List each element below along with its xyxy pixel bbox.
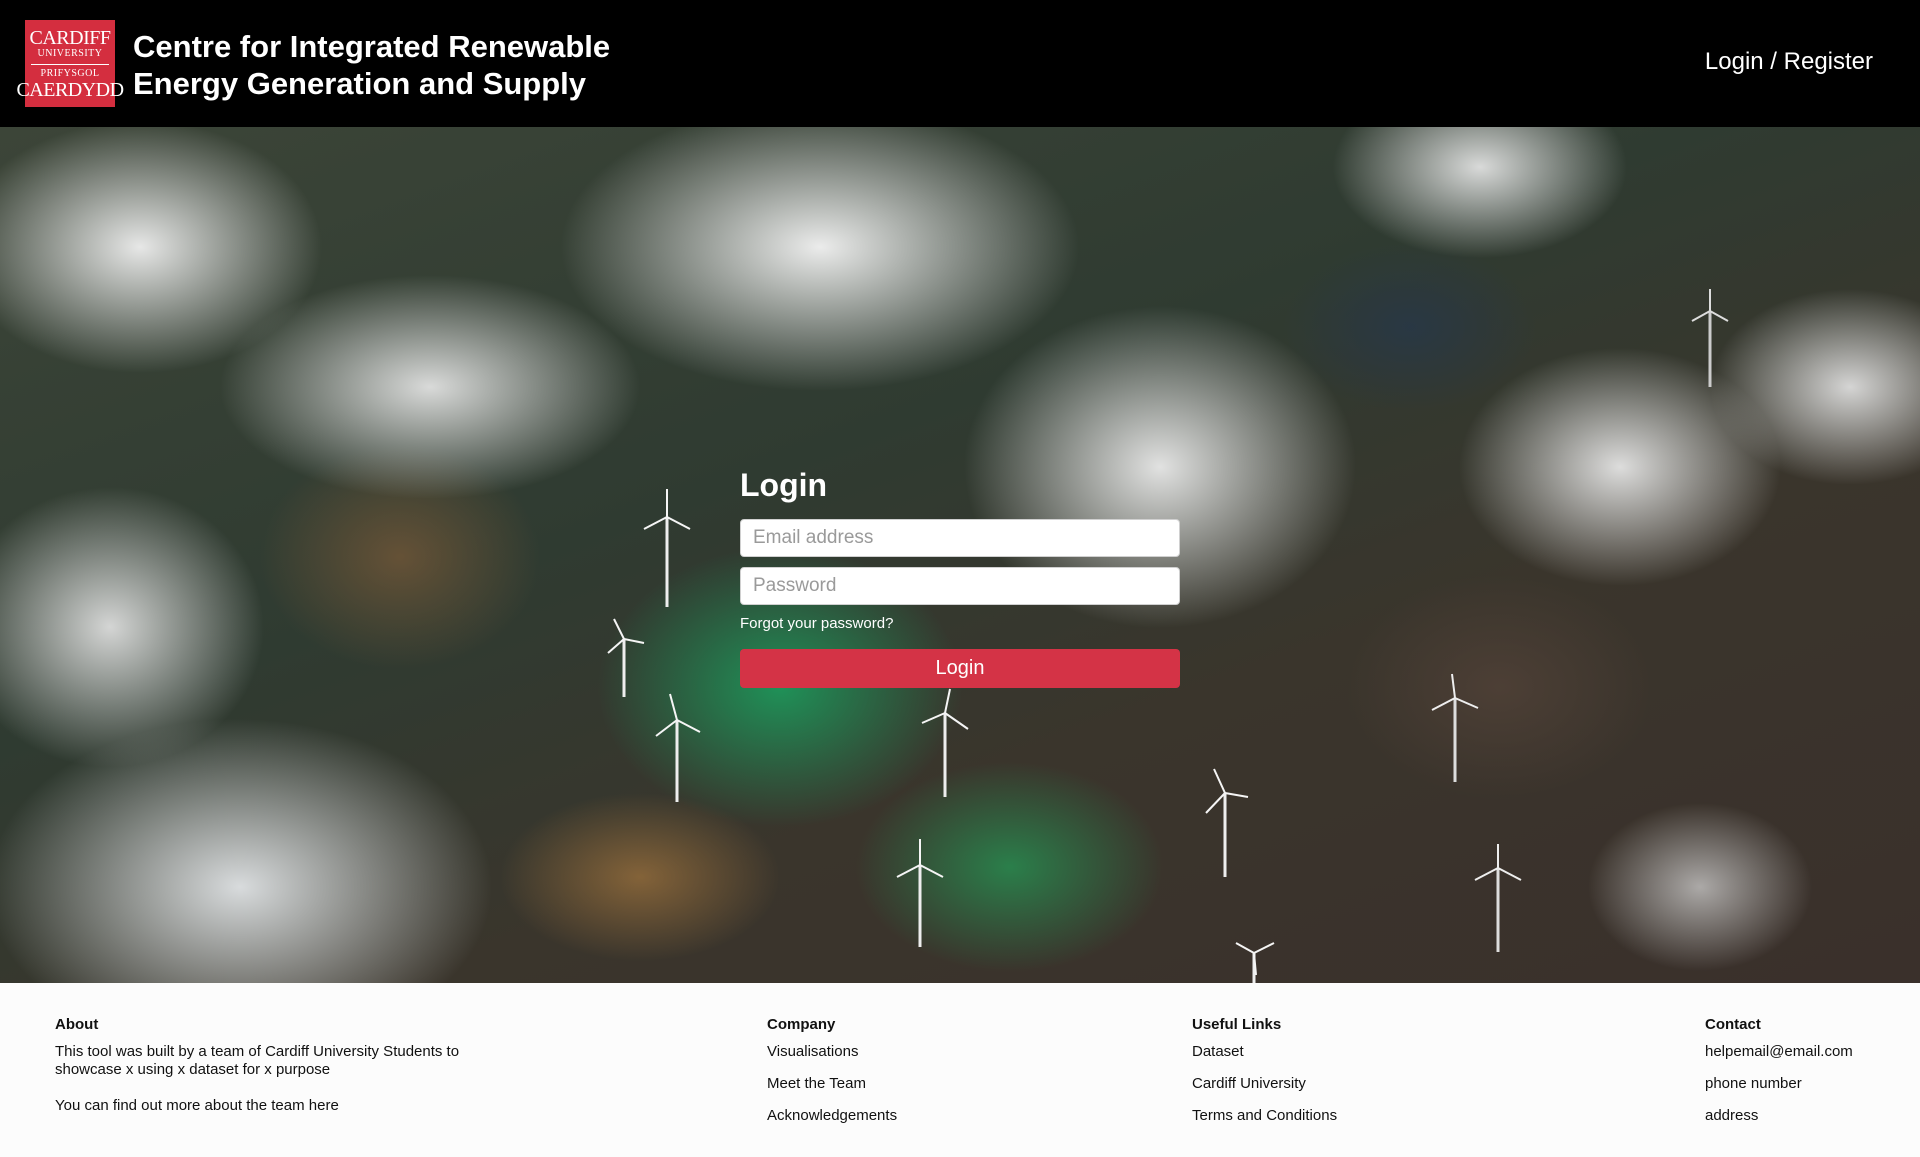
logo-line-prifysgol: PRIFYSGOL [40,67,100,79]
login-title: Login [740,467,828,503]
footer-contact-phone: phone number [1705,1075,1802,1092]
wind-turbine-icon [607,618,645,697]
footer-about: About This tool was built by a team of C… [55,1016,495,1115]
footer-about-heading: About [55,1016,99,1033]
footer-about-team-text: You can find out more about the team her… [55,1097,339,1114]
wind-turbine-icon [1474,844,1522,952]
cardiff-university-logo[interactable]: CARDIFF UNIVERSITY PRIFYSGOL CAERDYDD [16,20,124,107]
logo-line-university: UNIVERSITY [37,47,103,59]
wind-turbine-icon [655,693,701,802]
site-header: CARDIFF UNIVERSITY PRIFYSGOL CAERDYDD Ce… [0,0,1920,127]
wind-turbine-icon [1235,942,1275,983]
footer-about-text: This tool was built by a team of Cardiff… [55,1043,460,1078]
login-form: Login Forgot your password? Login [740,465,1180,688]
footer-link-terms-and-conditions[interactable]: Terms and Conditions [1192,1107,1337,1125]
footer-link-meet-the-team[interactable]: Meet the Team [767,1075,897,1093]
login-register-link[interactable]: Login / Register [1705,48,1873,76]
wind-turbine-icon [643,489,691,607]
footer-link-dataset[interactable]: Dataset [1192,1043,1337,1061]
logo-line-caerdydd: CAERDYDD [16,78,124,101]
wind-turbine-icon [921,688,969,797]
forgot-password-link[interactable]: Forgot your password? [740,615,1180,632]
password-field[interactable] [740,567,1180,605]
site-title: Centre for Integrated Renewable Energy G… [133,28,693,102]
site-footer: About This tool was built by a team of C… [0,983,1920,1157]
wind-turbine-icon [1205,768,1249,877]
hero-background: Login Forgot your password? Login [0,127,1920,983]
logo-line-cardiff: CARDIFF [29,26,111,49]
wind-turbine-icon [896,839,944,947]
footer-link-visualisations[interactable]: Visualisations [767,1043,897,1061]
site-title-line1: Centre for Integrated Renewable [133,29,611,64]
footer-useful-links-heading: Useful Links [1192,1016,1282,1033]
footer-company-heading: Company [767,1016,836,1033]
footer-useful-links: Useful Links Dataset Cardiff University … [1192,1016,1337,1139]
footer-contact-address: address [1705,1107,1759,1124]
footer-link-cardiff-university[interactable]: Cardiff University [1192,1075,1337,1093]
footer-company: Company Visualisations Meet the Team Ack… [767,1016,897,1139]
wind-turbine-icon [1691,289,1729,387]
footer-contact: Contact helpemail@email.com phone number… [1705,1016,1853,1139]
footer-link-acknowledgements[interactable]: Acknowledgements [767,1107,897,1125]
footer-contact-email[interactable]: helpemail@email.com [1705,1043,1853,1061]
logo-divider [31,63,109,65]
login-button[interactable]: Login [740,649,1180,688]
wind-turbine-icon [1431,673,1479,782]
site-title-line2: Energy Generation and Supply [133,66,587,101]
email-field[interactable] [740,519,1180,557]
footer-contact-heading: Contact [1705,1016,1761,1033]
